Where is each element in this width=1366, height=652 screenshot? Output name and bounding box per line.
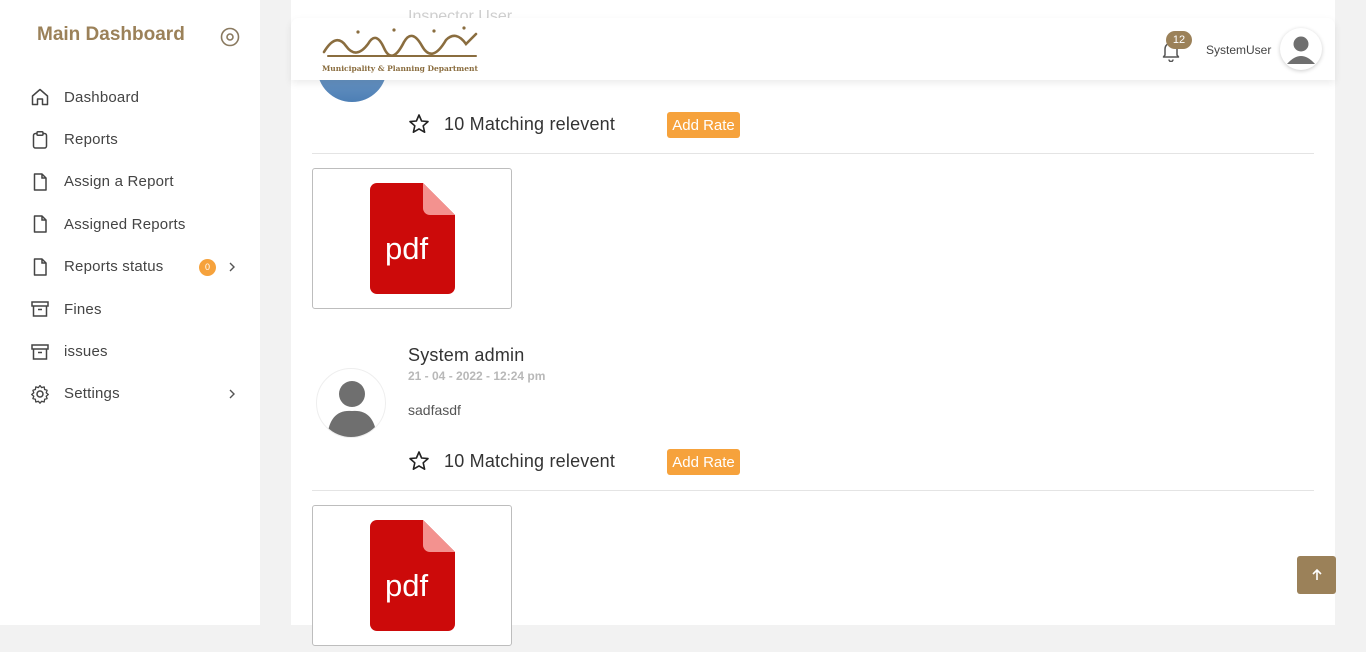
file-icon xyxy=(30,172,50,192)
chevron-right-icon[interactable] xyxy=(226,260,238,274)
sidebar-item-assign-report[interactable]: Assign a Report xyxy=(0,161,260,203)
sidebar-item-dashboard[interactable]: Dashboard xyxy=(0,76,260,118)
divider xyxy=(312,153,1314,154)
sidebar-item-label: Settings xyxy=(64,385,120,403)
pdf-attachment[interactable]: pdf xyxy=(312,168,512,309)
star-icon[interactable] xyxy=(408,450,430,472)
file-icon xyxy=(30,214,50,234)
sidebar-nav: Dashboard Reports Assign a Report Assign… xyxy=(0,76,260,415)
rating-text: 10 Matching relevent xyxy=(444,113,616,134)
avatar xyxy=(316,368,386,438)
sidebar-item-fines[interactable]: Fines xyxy=(0,288,260,330)
avatar[interactable] xyxy=(1280,28,1322,70)
rating-text: 10 Matching relevent xyxy=(444,450,616,471)
rating-row: 10 Matching relevent xyxy=(408,450,615,472)
sidebar-item-label: Dashboard xyxy=(64,88,140,106)
notification-count-badge: 12 xyxy=(1166,31,1192,49)
sidebar-item-label: issues xyxy=(64,343,108,361)
username[interactable]: SystemUser xyxy=(1206,43,1271,57)
sidebar: Main Dashboard Dashboard Reports Assign … xyxy=(0,0,260,625)
sidebar-item-label: Reports xyxy=(64,131,118,149)
gear-icon xyxy=(30,384,50,404)
sidebar-item-label: Assign a Report xyxy=(64,173,174,191)
sidebar-item-issues[interactable]: issues xyxy=(0,330,260,372)
archive-icon xyxy=(30,299,50,319)
scroll-to-top-button[interactable] xyxy=(1297,556,1336,594)
arrow-up-icon xyxy=(1311,568,1322,580)
add-rate-button[interactable]: Add Rate xyxy=(667,112,740,138)
sidebar-item-label: Reports status xyxy=(64,258,164,276)
brand-subtitle: Municipality & Planning Department xyxy=(322,64,478,73)
home-icon xyxy=(30,87,50,107)
add-rate-button[interactable]: Add Rate xyxy=(667,449,740,475)
rating-row: 10 Matching relevent xyxy=(408,113,615,135)
archive-icon xyxy=(30,342,50,362)
sidebar-item-reports[interactable]: Reports xyxy=(0,118,260,160)
comment-date: 21 - 04 - 2022 - 12:24 pm xyxy=(408,369,546,383)
sidebar-item-reports-status[interactable]: Reports status 0 xyxy=(0,246,260,288)
sidebar-toggle-icon[interactable] xyxy=(219,26,241,48)
comment-body: sadfasdf xyxy=(408,402,461,418)
sidebar-item-label: Assigned Reports xyxy=(64,215,186,233)
divider xyxy=(312,490,1314,491)
sidebar-item-settings[interactable]: Settings xyxy=(0,373,260,415)
chevron-right-icon[interactable] xyxy=(226,387,238,401)
file-icon xyxy=(30,257,50,277)
sidebar-title: Main Dashboard xyxy=(37,24,185,45)
sidebar-item-label: Fines xyxy=(64,300,102,318)
status-badge: 0 xyxy=(199,258,216,276)
comment-author-name: System admin xyxy=(408,345,525,365)
pdf-icon-label: pdf xyxy=(385,568,429,603)
star-icon[interactable] xyxy=(408,113,430,135)
clipboard-icon xyxy=(30,130,50,150)
pdf-icon-label: pdf xyxy=(385,231,429,266)
sidebar-item-assigned-reports[interactable]: Assigned Reports xyxy=(0,203,260,245)
